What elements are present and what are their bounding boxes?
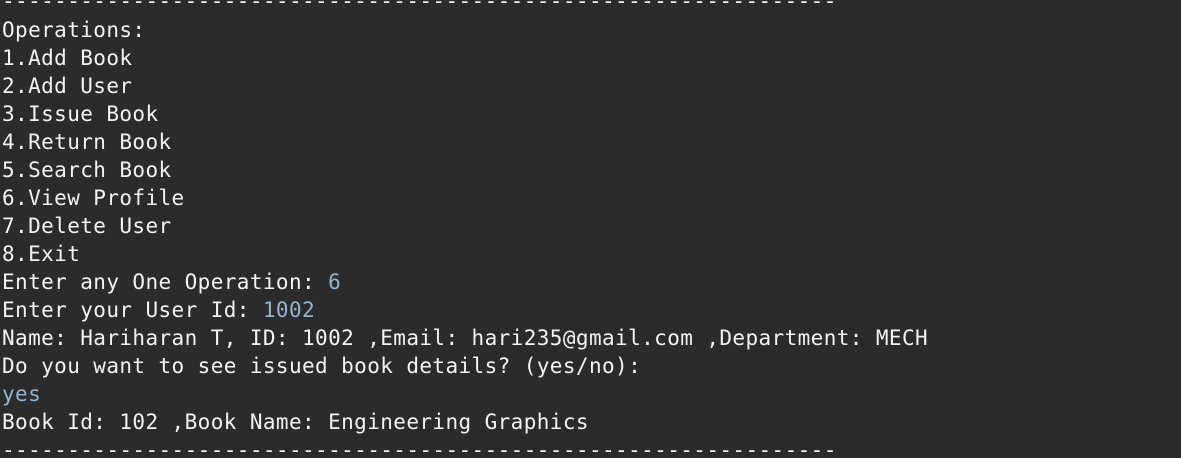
profile-details: Name: Hariharan T, ID: 1002 ,Email: hari… [2, 326, 929, 350]
menu-item-return-book: 4.Return Book [2, 130, 172, 154]
user-id-prompt-line: Enter your User Id: 1002 [2, 296, 315, 324]
operation-input-value: 6 [328, 270, 342, 294]
operation-prompt-line: Enter any One Operation: 6 [2, 268, 341, 296]
user-id-input-value: 1002 [262, 298, 316, 322]
menu-item-exit: 8.Exit [2, 242, 81, 266]
issued-book-details: Book Id: 102 ,Book Name: Engineering Gra… [2, 410, 589, 434]
issued-books-input-value: yes [2, 382, 42, 406]
menu-item-search-book: 5.Search Book [2, 158, 172, 182]
top-separator: ----------------------------------------… [2, 0, 837, 13]
menu-item-add-user: 2.Add User [2, 74, 133, 98]
bottom-separator: ----------------------------------------… [2, 438, 837, 458]
operations-header: Operations: [2, 18, 146, 42]
console-output: ----------------------------------------… [0, 0, 1181, 458]
menu-item-add-book: 1.Add Book [2, 46, 133, 70]
menu-item-delete-user: 7.Delete User [2, 214, 172, 238]
user-id-prompt: Enter your User Id: [2, 298, 263, 322]
issued-books-prompt: Do you want to see issued book details? … [2, 354, 642, 378]
menu-item-view-profile: 6.View Profile [2, 186, 185, 210]
operation-prompt: Enter any One Operation: [2, 270, 329, 294]
menu-item-issue-book: 3.Issue Book [2, 102, 159, 126]
